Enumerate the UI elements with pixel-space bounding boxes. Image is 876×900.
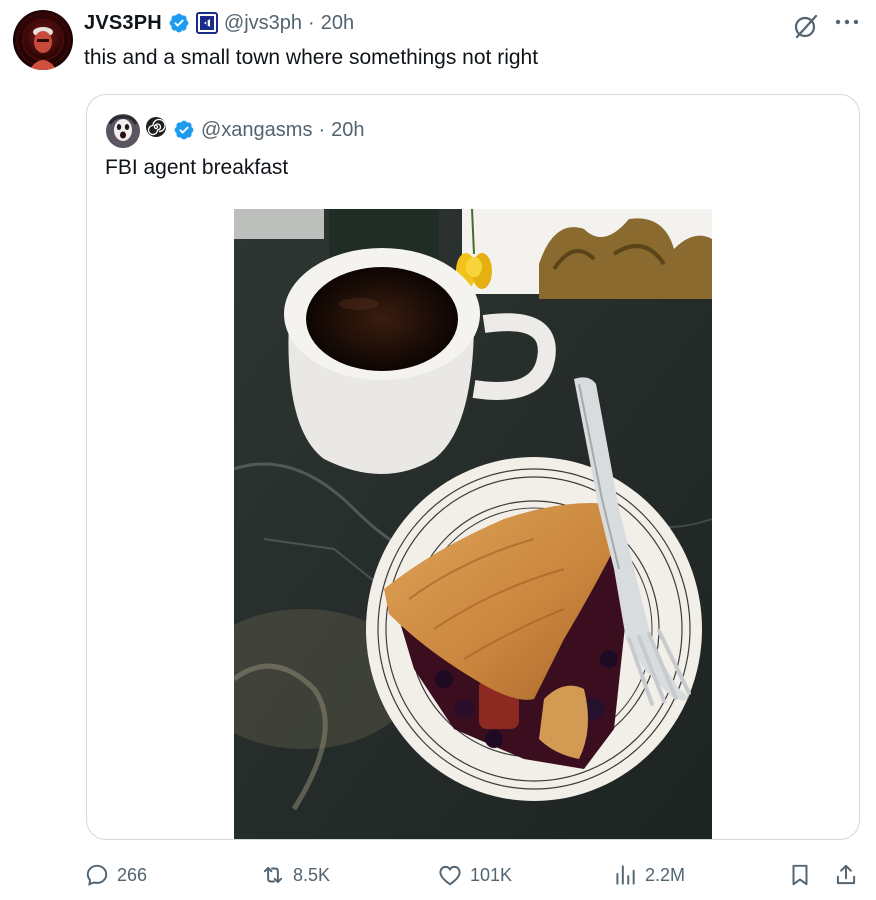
- quoted-tweet-text: FBI agent breakfast: [105, 156, 289, 179]
- reply-icon: [86, 864, 108, 886]
- share-button[interactable]: [833, 858, 859, 892]
- quoted-tweet[interactable]: @xangasms · 20h FBI agent breakfast: [86, 94, 860, 840]
- author-handle[interactable]: @jvs3ph: [224, 12, 302, 35]
- quoted-tweet-photo[interactable]: [234, 209, 712, 839]
- author-name[interactable]: JVS3PH: [84, 12, 162, 35]
- affiliate-badge-icon[interactable]: [195, 12, 218, 34]
- repost-icon: [263, 866, 283, 884]
- tweet-action-bar: 266 8.5K 101K 2.2M: [0, 858, 876, 892]
- repost-count: 8.5K: [293, 864, 331, 885]
- repost-button[interactable]: 8.5K: [260, 858, 330, 892]
- like-count: 101K: [470, 864, 513, 885]
- header-separator: ·: [308, 11, 315, 34]
- quoted-author-handle[interactable]: @xangasms: [201, 119, 312, 142]
- spiral-emoji-icon: [145, 116, 167, 144]
- tweet-text: this and a small town where somethings n…: [84, 46, 539, 69]
- more-options-button[interactable]: [832, 10, 862, 36]
- tweet-header: JVS3PH @jvs3ph · 20h: [84, 11, 354, 35]
- quoted-tweet-header: @xangasms · 20h: [145, 117, 365, 143]
- views-button[interactable]: 2.2M: [612, 858, 685, 892]
- quoted-header-separator: ·: [318, 118, 326, 141]
- grok-icon: [794, 14, 818, 39]
- verified-badge-icon: [168, 12, 190, 34]
- reply-count: 266: [117, 864, 148, 885]
- bookmark-button[interactable]: [787, 858, 813, 892]
- author-avatar[interactable]: [13, 10, 73, 70]
- reply-button[interactable]: 266: [84, 858, 147, 892]
- more-icon: [835, 19, 859, 25]
- bookmark-icon: [792, 864, 808, 886]
- heart-icon: [439, 865, 461, 886]
- verified-badge-icon: [173, 119, 195, 141]
- grok-button[interactable]: [791, 11, 821, 41]
- quoted-author-avatar[interactable]: [106, 114, 140, 148]
- analytics-icon: [616, 865, 635, 885]
- views-count: 2.2M: [645, 864, 686, 885]
- like-button[interactable]: 101K: [437, 858, 512, 892]
- share-icon: [836, 864, 856, 885]
- quoted-tweet-time[interactable]: 20h: [331, 119, 364, 142]
- tweet-time[interactable]: 20h: [321, 12, 354, 35]
